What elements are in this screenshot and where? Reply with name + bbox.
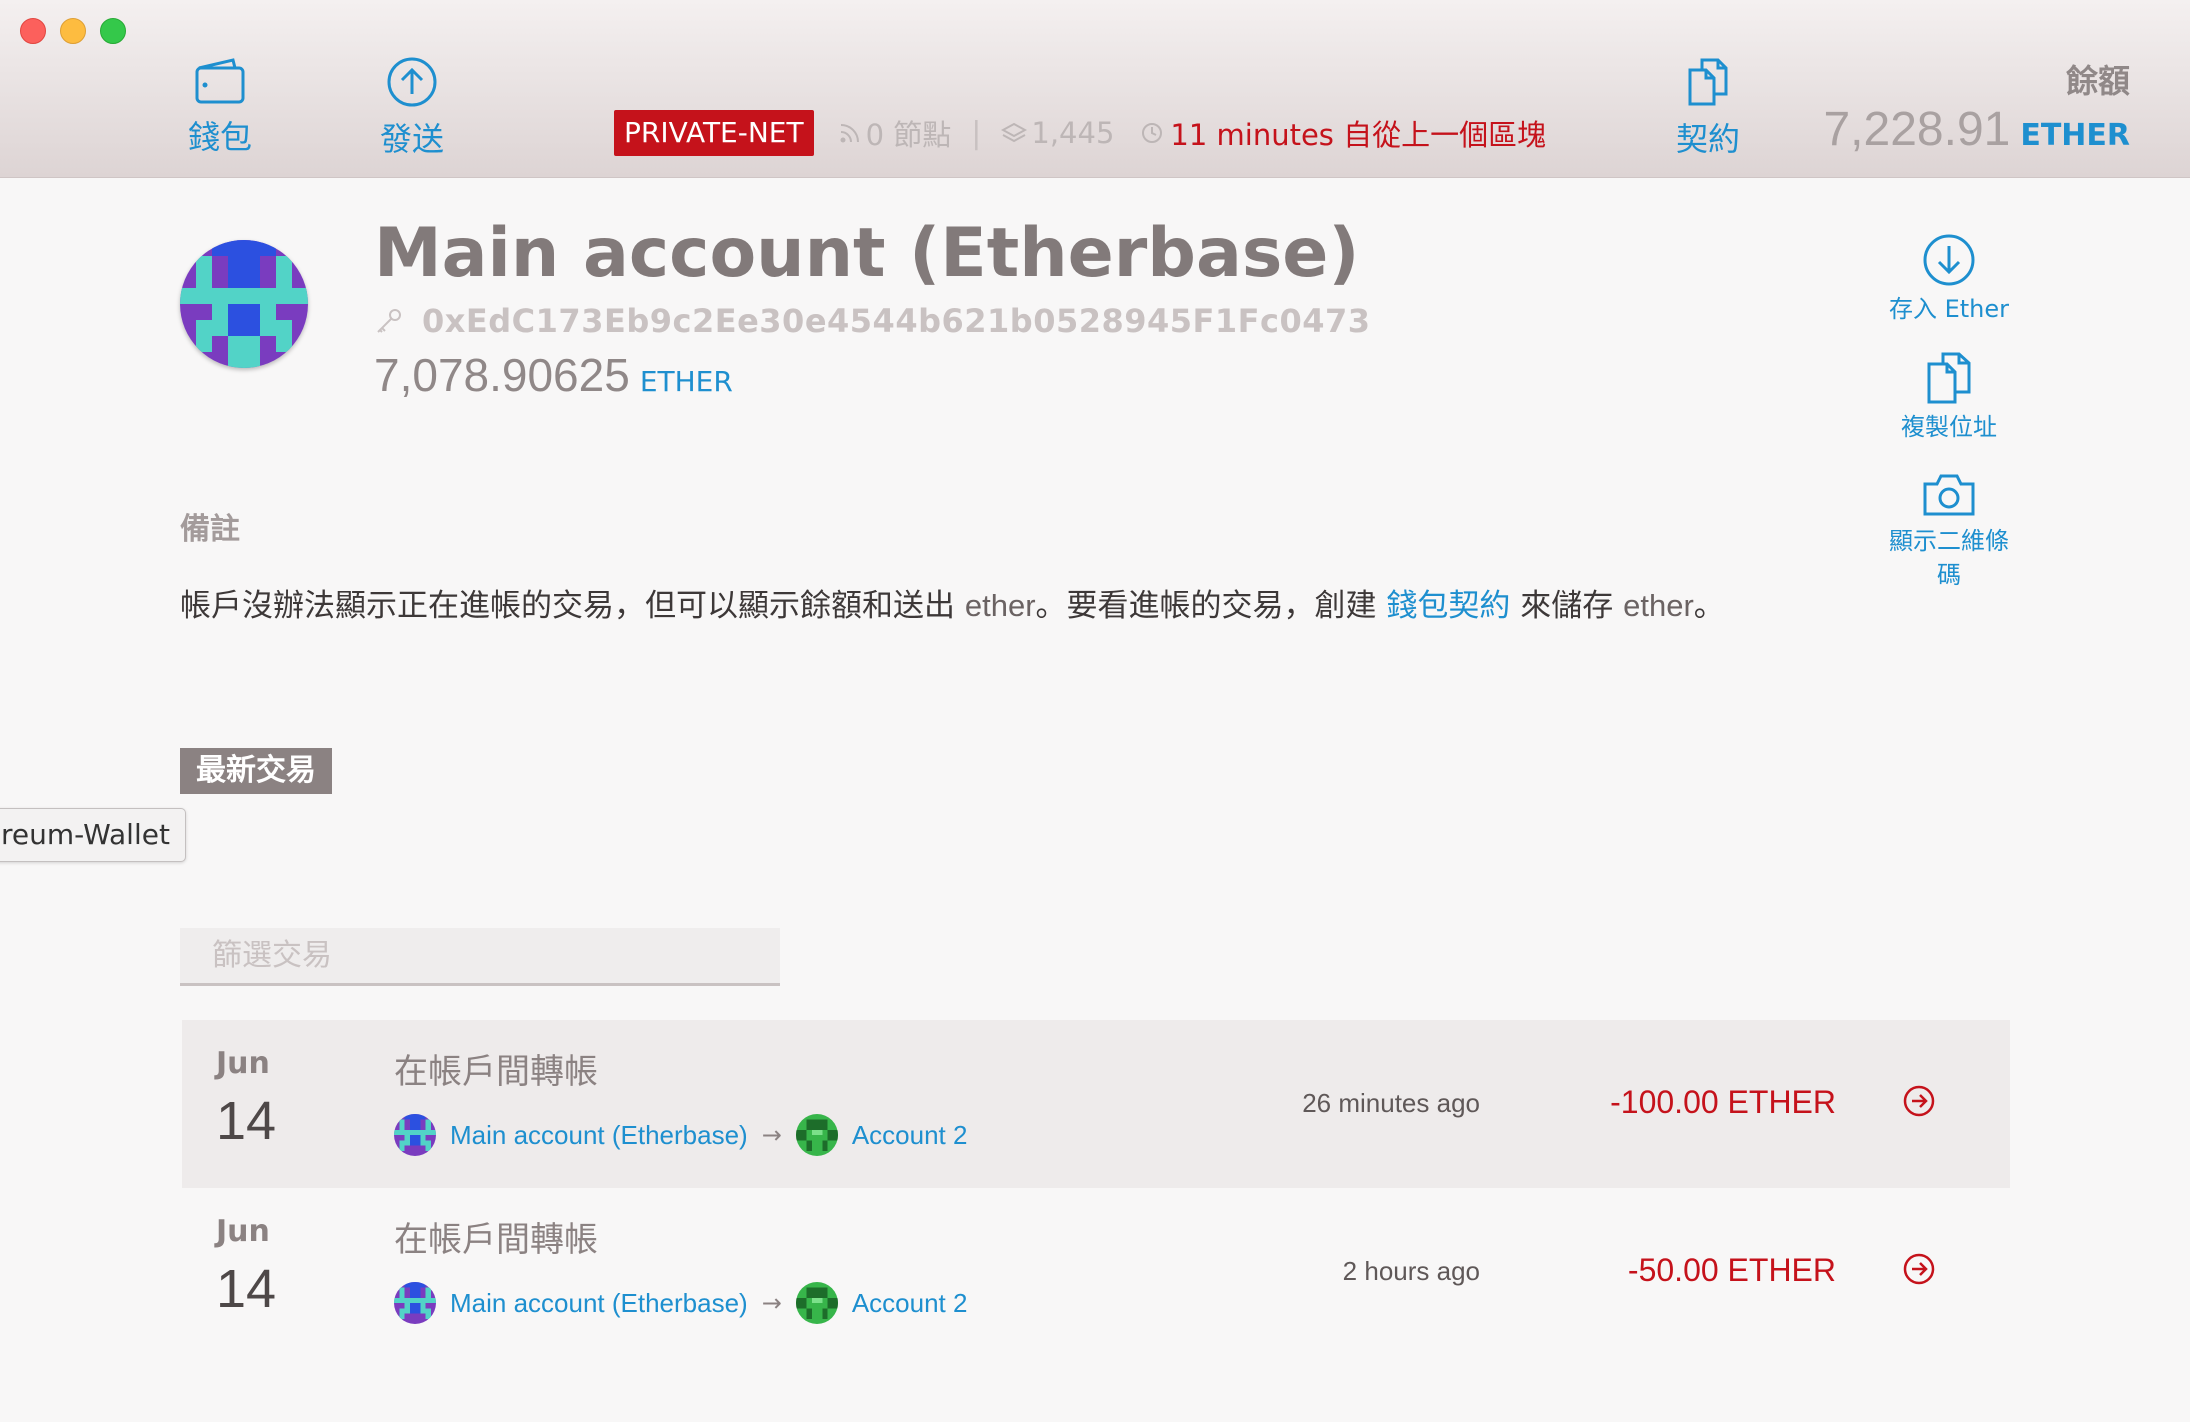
key-icon bbox=[377, 309, 401, 333]
to-account-link[interactable]: Account 2 bbox=[852, 1288, 968, 1319]
copy-icon bbox=[1927, 352, 1971, 404]
transaction-type: 在帳戶間轉帳 bbox=[394, 1052, 598, 1092]
signal-icon bbox=[840, 124, 859, 143]
transaction-amount: -50.00 ETHER bbox=[1627, 1252, 1836, 1288]
transaction-day: 14 bbox=[216, 1091, 277, 1151]
account-name: Main account (Etherbase) bbox=[374, 214, 1360, 293]
transaction-time: 2 hours ago bbox=[1342, 1256, 1480, 1286]
arrow-down-circle-icon bbox=[1923, 234, 1975, 286]
layers-icon bbox=[1001, 122, 1028, 143]
transaction-time: 26 minutes ago bbox=[1302, 1088, 1480, 1118]
total-balance: 7,228.91 ETHER bbox=[1823, 102, 2130, 157]
to-avatar bbox=[795, 1114, 838, 1156]
peer-count-text: 0 節點 bbox=[865, 118, 952, 152]
nav-contracts-label: 契約 bbox=[1675, 120, 1740, 158]
nav-wallets-button[interactable]: 錢包 bbox=[150, 56, 290, 158]
maximize-window-button[interactable] bbox=[100, 18, 126, 44]
wallet-contract-link[interactable]: 錢包契約 bbox=[1386, 588, 1510, 624]
copy-address-button[interactable]: 複製位址 bbox=[1874, 350, 2024, 444]
block-number: 1,445 bbox=[1001, 116, 1114, 150]
account-avatar bbox=[180, 240, 308, 368]
nav-send-label: 發送 bbox=[379, 120, 444, 158]
network-badge: PRIVATE-NET bbox=[614, 110, 814, 156]
documents-icon bbox=[1688, 58, 1728, 106]
last-block-time: 11 minutes 自從上一個區塊 bbox=[1140, 112, 1546, 154]
camera-icon bbox=[1923, 474, 1975, 516]
to-account-link[interactable]: Account 2 bbox=[852, 1120, 968, 1151]
network-separator: | bbox=[971, 115, 982, 151]
close-window-button[interactable] bbox=[20, 18, 46, 44]
balance-label: 餘額 bbox=[2065, 62, 2130, 100]
total-balance-value: 7,228.91 bbox=[1823, 103, 2011, 156]
transaction-row[interactable]: Jun 14 在帳戶間轉帳 Main account (Etherbase) → bbox=[182, 1188, 2010, 1356]
transaction-amount: -100.00 ETHER bbox=[1610, 1084, 1836, 1120]
minimize-window-button[interactable] bbox=[60, 18, 86, 44]
copy-address-label: 複製位址 bbox=[1901, 413, 1997, 441]
network-status: PRIVATE-NET 0 節點 | 1,445 11 minutes 自從上一… bbox=[614, 110, 1546, 156]
transaction-accounts: Main account (Etherbase) → Account 2 bbox=[394, 1282, 967, 1324]
account-address[interactable]: 0xEdC173Eb9c2Ee30e4544b621b0528945F1Fc04… bbox=[374, 302, 1371, 340]
to-avatar bbox=[795, 1282, 838, 1324]
show-qr-code-label: 顯示二維條碼 bbox=[1889, 527, 2009, 589]
from-account-link[interactable]: Main account (Etherbase) bbox=[450, 1288, 748, 1319]
block-number-text: 1,445 bbox=[1031, 116, 1115, 150]
peer-count: 0 節點 bbox=[838, 112, 952, 154]
transaction-month: Jun bbox=[216, 1046, 270, 1081]
filter-transactions-input[interactable] bbox=[180, 928, 780, 986]
latest-transactions-title: 最新交易 bbox=[180, 748, 332, 794]
deposit-ether-button[interactable]: 存入 Ether bbox=[1874, 232, 2024, 326]
transaction-month: Jun bbox=[216, 1214, 270, 1249]
from-avatar bbox=[394, 1282, 436, 1324]
arrow-right-circle-icon[interactable] bbox=[1902, 1252, 1936, 1290]
transaction-row[interactable]: Jun 14 在帳戶間轉帳 Main account (Etherbase) → bbox=[182, 1020, 2010, 1188]
arrow-right-icon: → bbox=[761, 1289, 782, 1317]
top-bar: 錢包 發送 PRIVATE-NET 0 節點 | 1,445 11 minute… bbox=[0, 0, 2190, 178]
account-address-text: 0xEdC173Eb9c2Ee30e4544b621b0528945F1Fc04… bbox=[422, 302, 1371, 340]
deposit-ether-label: 存入 Ether bbox=[1888, 295, 2010, 323]
clock-icon bbox=[1142, 123, 1163, 143]
transaction-day: 14 bbox=[216, 1259, 277, 1319]
account-balance: 7,078.90625 ETHER bbox=[374, 348, 733, 402]
from-avatar bbox=[394, 1114, 436, 1156]
account-balance-unit: ETHER bbox=[639, 365, 733, 398]
arrow-up-circle-icon bbox=[387, 57, 437, 107]
total-balance-unit: ETHER bbox=[2020, 118, 2130, 153]
nav-send-button[interactable]: 發送 bbox=[342, 56, 482, 160]
last-block-text: 11 minutes 自從上一個區塊 bbox=[1170, 118, 1547, 152]
note-text: 帳戶沒辦法顯示正在進帳的交易，但可以顯示餘額和送出 ether。要看進帳的交易，… bbox=[180, 588, 1725, 624]
from-account-link[interactable]: Main account (Etherbase) bbox=[450, 1120, 748, 1151]
arrow-right-circle-icon[interactable] bbox=[1902, 1084, 1936, 1122]
account-balance-value: 7,078.90625 bbox=[374, 349, 630, 401]
note-title: 備註 bbox=[180, 512, 240, 547]
transaction-type: 在帳戶間轉帳 bbox=[394, 1220, 598, 1260]
nav-wallets-label: 錢包 bbox=[187, 118, 252, 156]
show-qr-code-button[interactable]: 顯示二維條碼 bbox=[1874, 470, 2024, 592]
arrow-right-icon: → bbox=[761, 1121, 782, 1149]
transaction-accounts: Main account (Etherbase) → Account 2 bbox=[394, 1114, 967, 1156]
tooltip: reum-Wallet bbox=[0, 808, 186, 862]
wallet-icon bbox=[195, 58, 245, 104]
nav-contracts-button[interactable]: 契約 bbox=[1638, 56, 1778, 160]
